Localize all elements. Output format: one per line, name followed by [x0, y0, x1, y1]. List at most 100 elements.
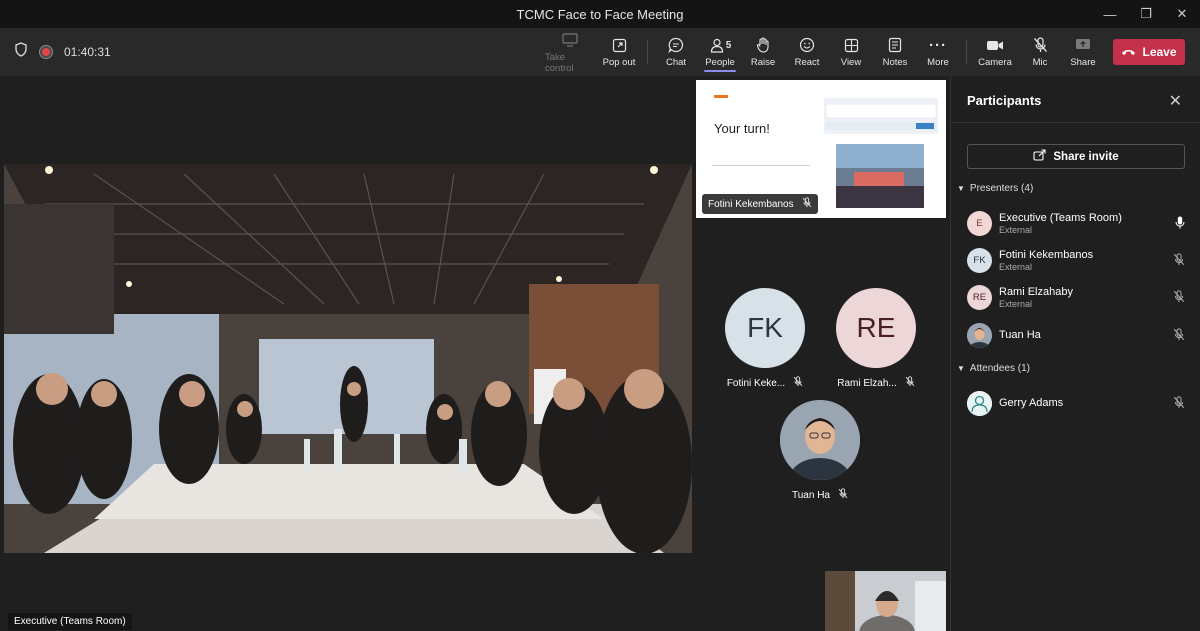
share-invite-button[interactable]: Share invite: [967, 144, 1185, 169]
chat-button[interactable]: Chat: [660, 28, 692, 76]
camera-button[interactable]: Camera: [978, 28, 1012, 76]
tile-name: Rami Elzah...: [837, 377, 897, 389]
title-bar: TCMC Face to Face Meeting — ❐ ✕: [0, 0, 1200, 28]
participant-tile-fk[interactable]: FK Fotini Keke...: [715, 288, 815, 390]
presenters-section-header[interactable]: ▼ Presenters (4): [957, 183, 1033, 194]
panel-title: Participants: [967, 93, 1042, 108]
camera-icon: [986, 36, 1004, 54]
leave-label: Leave: [1142, 45, 1177, 59]
participant-name: Fotini Kekembanos: [999, 248, 1094, 261]
people-count: 5: [725, 39, 732, 51]
room-video[interactable]: [4, 164, 692, 553]
participant-name: Rami Elzahaby: [999, 285, 1073, 298]
minimize-icon[interactable]: —: [1092, 0, 1128, 28]
mic-off-icon: [1033, 36, 1048, 54]
participant-name: Executive (Teams Room): [999, 211, 1122, 224]
tile-name: Fotini Keke...: [726, 377, 786, 389]
close-icon[interactable]: ✕: [1169, 91, 1182, 111]
more-button[interactable]: ··· More: [924, 28, 952, 76]
mic-off-icon: [802, 197, 812, 211]
participant-name: Gerry Adams: [999, 397, 1064, 409]
mic-off-icon: [1173, 396, 1185, 414]
notes-button[interactable]: Notes: [880, 28, 910, 76]
raise-label: Raise: [750, 57, 776, 68]
toolbar-divider: [647, 40, 648, 64]
react-label: React: [794, 57, 820, 68]
leave-button[interactable]: Leave: [1113, 39, 1185, 65]
avatar: [780, 400, 860, 480]
presenters-label: Presenters (4): [969, 183, 1034, 194]
mic-on-icon: [1175, 216, 1185, 234]
participant-row[interactable]: FK Fotini Kekembanos External: [967, 244, 1187, 276]
participant-name: Tuan Ha: [999, 329, 1041, 341]
share-button[interactable]: Share: [1070, 28, 1096, 76]
meeting-timer: 01:40:31: [64, 45, 111, 59]
people-button[interactable]: 5 People: [702, 28, 738, 76]
slide-divider: [712, 165, 810, 166]
share-icon: [1033, 149, 1046, 164]
toolbar-divider: [966, 40, 967, 64]
participant-row[interactable]: Tuan Ha: [967, 319, 1187, 351]
mic-off-icon: [1173, 290, 1185, 308]
participant-tile-name: Fotini Keke...: [727, 376, 803, 390]
presenter-name: Fotini Kekembanos: [708, 198, 794, 210]
raise-hand-button[interactable]: Raise: [748, 28, 778, 76]
mic-off-icon: [793, 376, 803, 390]
participant-row[interactable]: RE Rami Elzahaby External: [967, 281, 1187, 313]
shield-icon[interactable]: [14, 42, 28, 62]
presenter-name-tag: Fotini Kekembanos: [702, 194, 818, 214]
shared-screen-content: [824, 98, 938, 208]
people-label: People: [705, 57, 735, 68]
attendees-label: Attendees (1): [969, 363, 1030, 374]
chat-label: Chat: [665, 57, 687, 68]
slide-accent: [714, 95, 728, 98]
participant-tile-re[interactable]: RE Rami Elzah...: [826, 288, 926, 390]
take-control-icon: [562, 31, 578, 49]
notes-icon: [888, 36, 902, 54]
panel-divider: [951, 122, 1200, 123]
chevron-down-icon: ▼: [957, 184, 965, 193]
smile-icon: [799, 36, 815, 54]
share-screen-icon: [1075, 36, 1091, 54]
shared-screen-tile[interactable]: Your turn! Fotini Kekembanos: [696, 80, 946, 218]
avatar: RE: [967, 284, 992, 310]
grid-view-icon: [844, 36, 859, 54]
avatar: [967, 390, 992, 416]
pop-out-button[interactable]: Pop out: [601, 28, 637, 76]
participant-row[interactable]: E Executive (Teams Room) External: [967, 207, 1187, 239]
share-invite-label: Share invite: [1053, 150, 1119, 163]
avatar: FK: [725, 288, 805, 368]
participant-tile-name: Tuan Ha: [792, 488, 848, 502]
participant-tile-name: Rami Elzah...: [837, 376, 915, 390]
hang-up-icon: [1121, 45, 1136, 59]
meeting-toolbar: 01:40:31 Take control Pop out Chat 5 Peo…: [0, 28, 1200, 76]
take-control-button[interactable]: Take control: [545, 28, 595, 76]
people-icon: 5: [709, 36, 732, 54]
raise-hand-icon: [756, 36, 771, 54]
view-button[interactable]: View: [836, 28, 866, 76]
main-video-label: Executive (Teams Room): [8, 613, 132, 630]
participant-tile-tuan-ha[interactable]: Tuan Ha: [770, 400, 870, 502]
chevron-down-icon: ▼: [957, 364, 965, 373]
share-label: Share: [1070, 57, 1096, 68]
camera-label: Camera: [978, 57, 1012, 68]
mic-off-icon: [1173, 328, 1185, 346]
close-window-icon[interactable]: ✕: [1164, 0, 1200, 28]
mic-off-icon: [838, 488, 848, 502]
avatar: FK: [967, 247, 992, 273]
attendees-section-header[interactable]: ▼ Attendees (1): [957, 363, 1030, 374]
tile-name: Tuan Ha: [792, 489, 830, 501]
mic-button[interactable]: Mic: [1028, 28, 1052, 76]
self-view-video[interactable]: [825, 571, 946, 631]
avatar: RE: [836, 288, 916, 368]
restore-icon[interactable]: ❐: [1128, 0, 1164, 28]
slide-title: Your turn!: [714, 121, 770, 136]
chat-icon: [668, 36, 684, 54]
mic-off-icon: [905, 376, 915, 390]
react-button[interactable]: React: [791, 28, 823, 76]
participant-row[interactable]: Gerry Adams: [967, 387, 1187, 419]
avatar: E: [967, 210, 992, 236]
participant-external-label: External: [999, 261, 1033, 272]
more-icon: ···: [929, 36, 947, 54]
view-label: View: [840, 57, 862, 68]
